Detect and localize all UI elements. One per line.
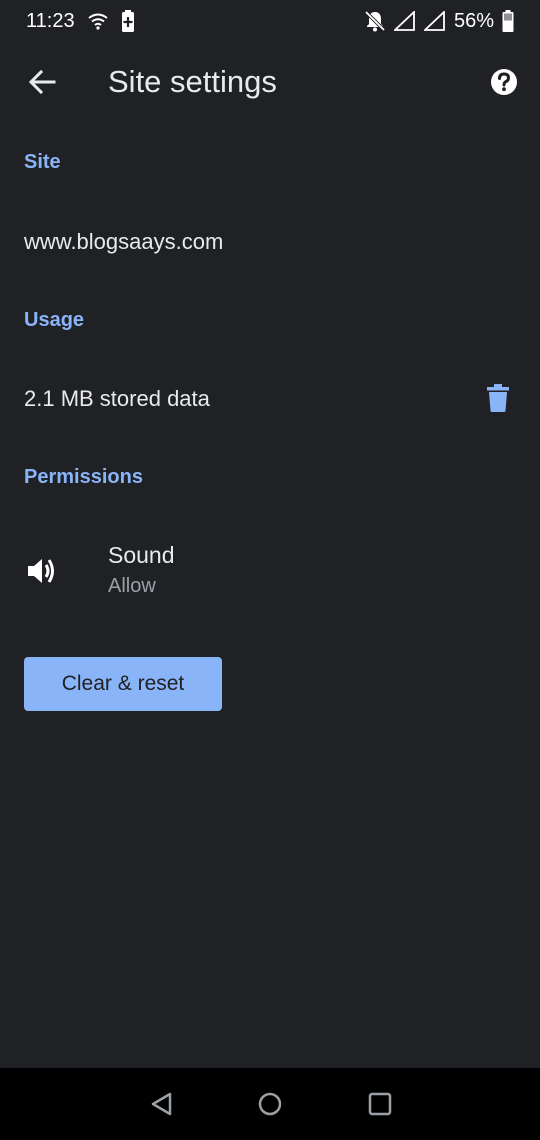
navigation-bar xyxy=(0,1068,540,1140)
help-icon xyxy=(491,69,517,95)
permission-row-sound[interactable]: Sound Allow xyxy=(0,528,540,616)
signal-icon xyxy=(423,11,446,31)
app-bar: Site settings xyxy=(0,50,540,114)
clear-reset-button[interactable]: Clear & reset xyxy=(24,657,222,711)
signal-icon xyxy=(393,11,416,31)
trash-icon xyxy=(487,384,509,412)
status-bar: 11:23 56% xyxy=(0,0,540,42)
screen: 11:23 56% Site settings Site www.blogsaa… xyxy=(0,0,540,1140)
back-triangle-icon[interactable] xyxy=(148,1090,176,1118)
site-section-header: Site xyxy=(24,151,61,173)
battery-icon xyxy=(502,10,514,32)
usage-section-header: Usage xyxy=(24,309,85,331)
page-title: Site settings xyxy=(108,64,277,99)
battery-saver-icon xyxy=(121,10,135,32)
permission-label: Sound xyxy=(108,542,175,568)
permission-value: Allow xyxy=(108,575,156,597)
status-right: 56% xyxy=(364,10,514,33)
home-circle-icon[interactable] xyxy=(256,1090,284,1118)
delete-stored-data-button[interactable] xyxy=(482,380,514,416)
arrow-back-icon xyxy=(28,69,56,95)
stored-data-label: 2.1 MB stored data xyxy=(24,386,210,411)
back-button[interactable] xyxy=(22,64,62,100)
battery-percent: 56% xyxy=(453,9,494,32)
status-time: 11:23 xyxy=(26,9,75,32)
wifi-icon xyxy=(87,12,109,30)
site-url: www.blogsaays.com xyxy=(24,229,224,254)
help-button[interactable] xyxy=(488,66,520,98)
status-left: 11:23 xyxy=(26,10,135,33)
notifications-off-icon xyxy=(364,10,386,32)
recents-square-icon[interactable] xyxy=(366,1090,394,1118)
permissions-section-header: Permissions xyxy=(24,466,143,488)
volume-icon xyxy=(28,559,54,583)
